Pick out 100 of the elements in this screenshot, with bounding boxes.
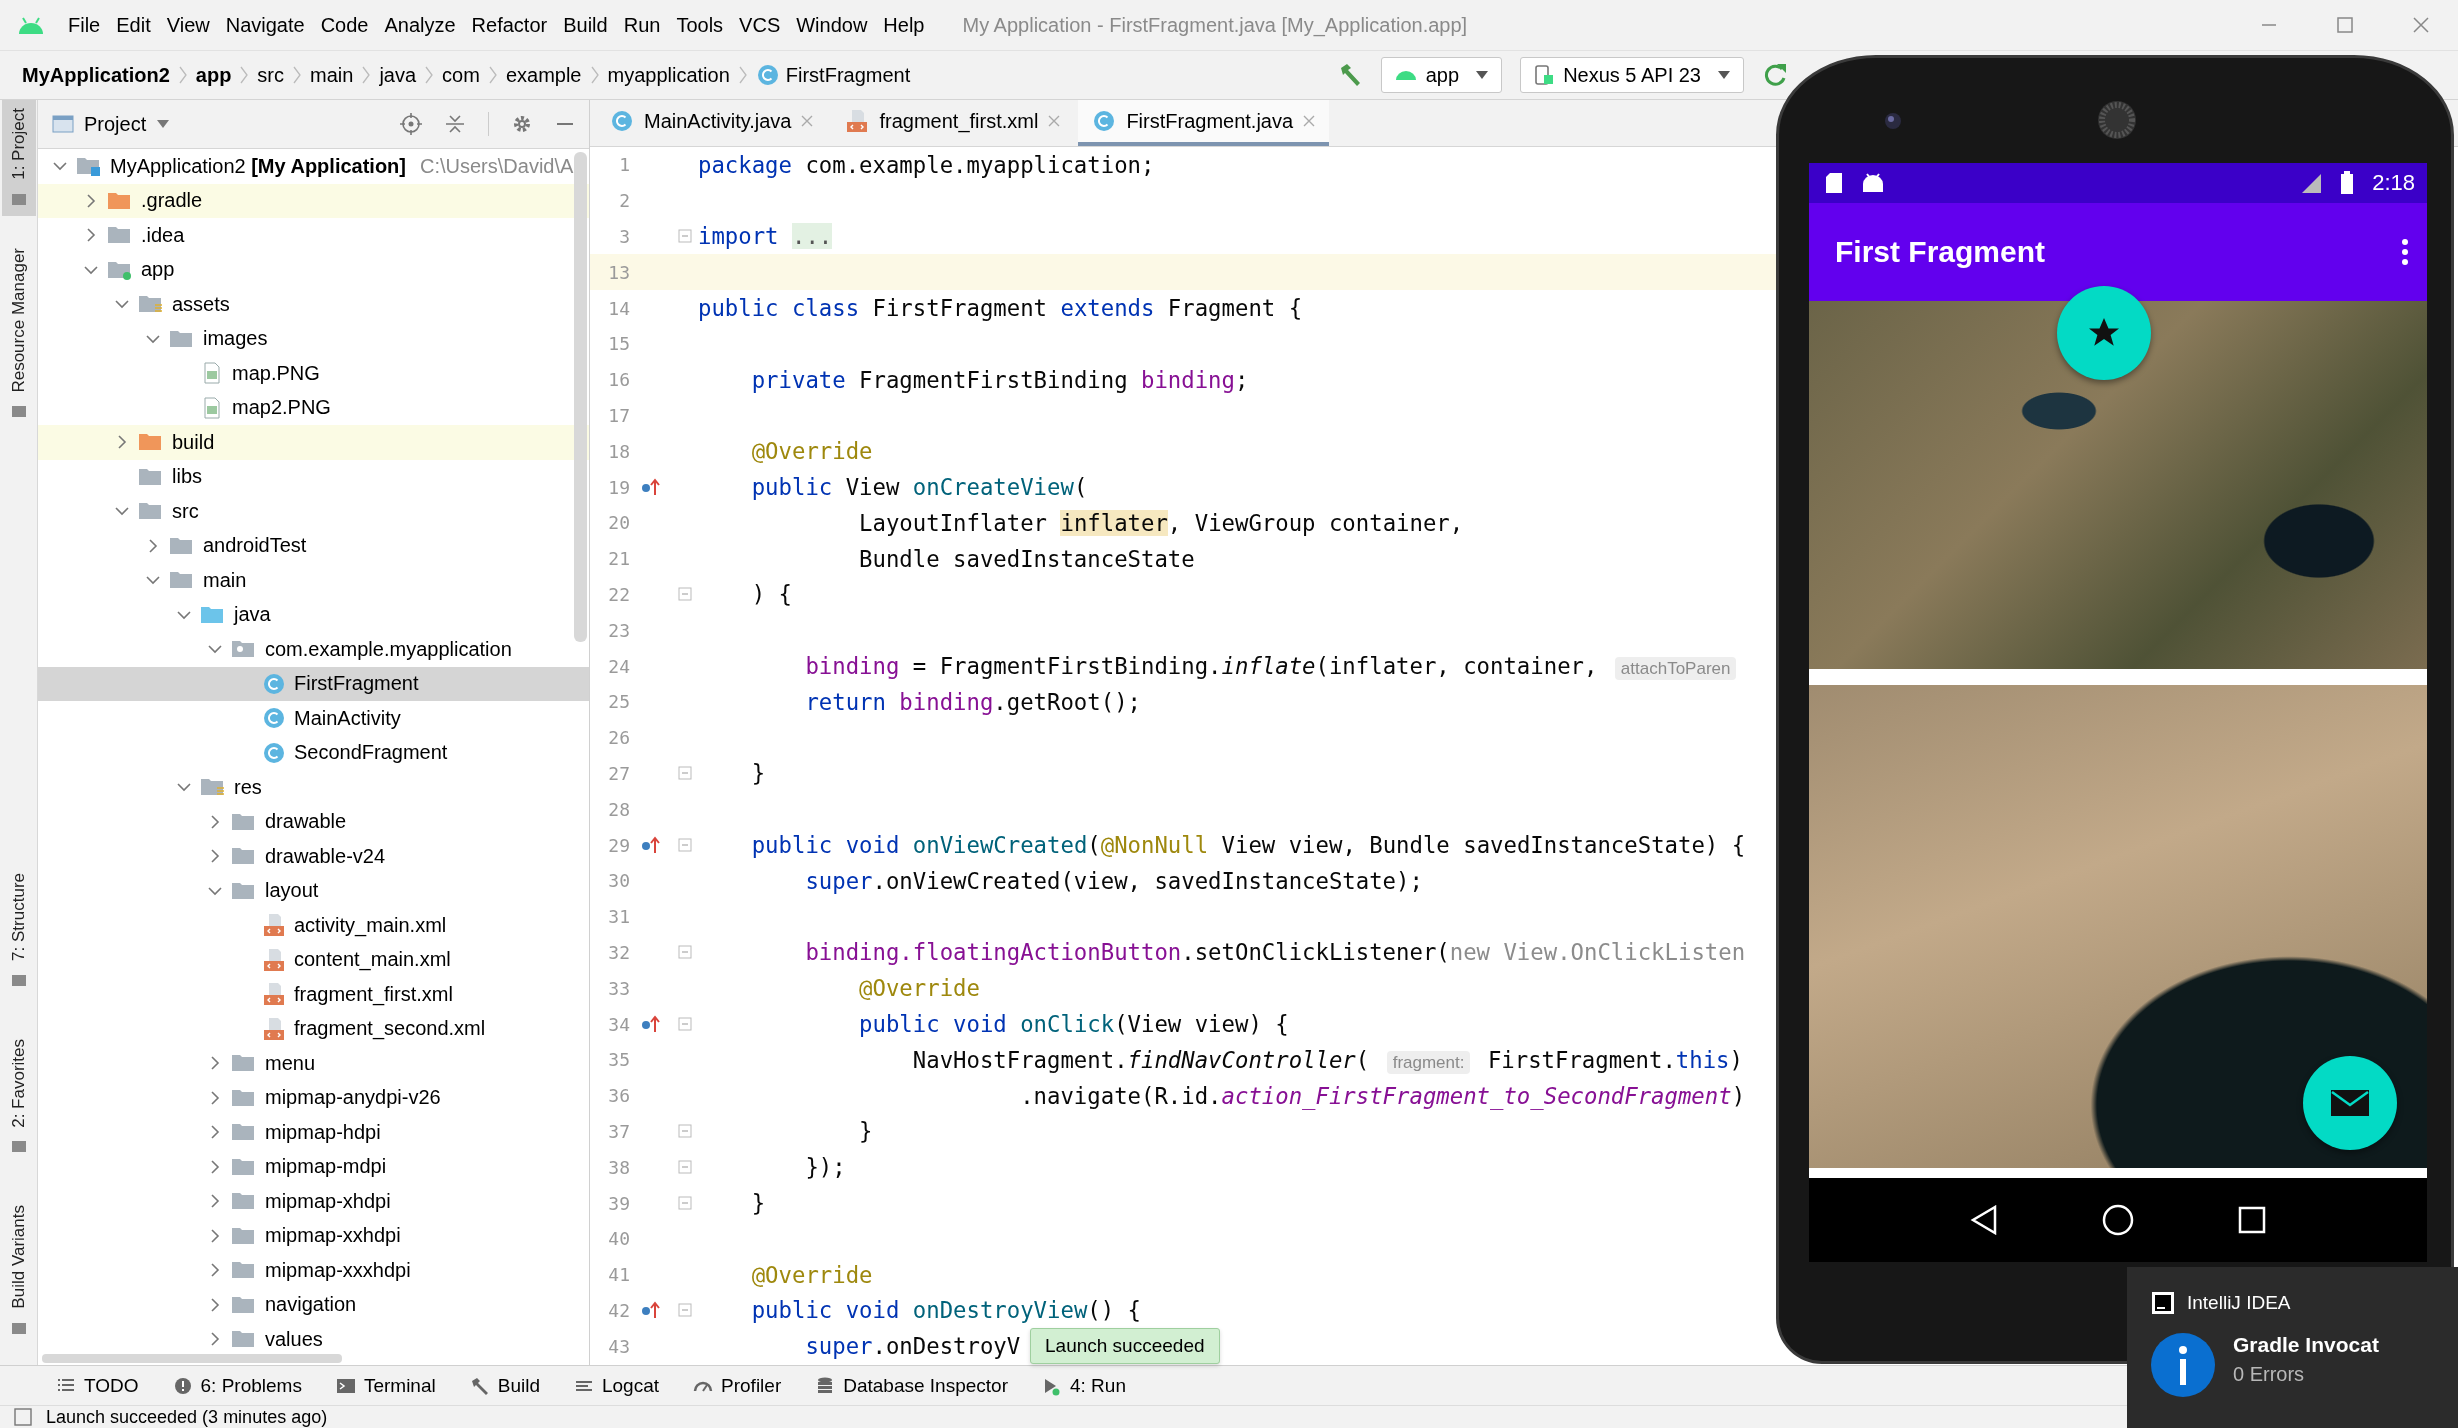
tree-item[interactable]: FirstFragment bbox=[38, 666, 589, 701]
tree-item[interactable]: images bbox=[38, 321, 589, 356]
fold-marker-icon[interactable] bbox=[678, 229, 692, 244]
tree-item[interactable]: activity_main.xml bbox=[38, 908, 589, 943]
fold-marker-icon[interactable] bbox=[678, 945, 692, 960]
tree-item[interactable]: java bbox=[38, 597, 589, 632]
main-menu-title[interactable]: VCS bbox=[731, 9, 789, 41]
tool-window-button[interactable]: 4: Run bbox=[1040, 1374, 1128, 1397]
tree-item[interactable]: mipmap-xxhdpi bbox=[38, 1218, 589, 1253]
tree-item[interactable]: SecondFragment bbox=[38, 735, 589, 770]
fold-marker-icon[interactable] bbox=[678, 1160, 692, 1175]
main-menu-title[interactable]: Tools bbox=[668, 9, 732, 41]
main-menu-title[interactable]: File bbox=[60, 9, 109, 41]
main-menu-title[interactable]: Edit bbox=[108, 9, 159, 41]
target-icon[interactable] bbox=[400, 113, 422, 135]
tree-item[interactable]: MyApplication2 [My Application] C:\Users\David\A bbox=[38, 149, 589, 184]
tree-item[interactable]: com.example.myapplication bbox=[38, 632, 589, 667]
editor-tab[interactable]: MainActivity.java bbox=[596, 100, 828, 146]
tree-item[interactable]: drawable-v24 bbox=[38, 839, 589, 874]
close-icon[interactable] bbox=[1303, 115, 1316, 127]
breadcrumb[interactable]: myapplication bbox=[607, 63, 730, 87]
tree-item[interactable]: mipmap-xhdpi bbox=[38, 1184, 589, 1219]
tree-item[interactable]: app bbox=[38, 252, 589, 287]
collapse-all-icon[interactable] bbox=[444, 113, 466, 135]
breadcrumb[interactable]: java bbox=[379, 63, 417, 87]
tree-item[interactable]: androidTest bbox=[38, 528, 589, 563]
editor-tab[interactable]: fragment_first.xml bbox=[831, 100, 1075, 146]
main-menu-title[interactable]: Analyze bbox=[376, 9, 464, 41]
breadcrumb[interactable]: FirstFragment bbox=[755, 63, 911, 87]
tree-item[interactable]: map.PNG bbox=[38, 356, 589, 391]
breadcrumb[interactable]: com bbox=[442, 63, 480, 87]
tree-item[interactable]: MainActivity bbox=[38, 701, 589, 736]
tree-item[interactable]: values bbox=[38, 1322, 589, 1357]
main-menu-title[interactable]: Run bbox=[615, 9, 669, 41]
tree-item[interactable]: fragment_second.xml bbox=[38, 1011, 589, 1046]
fold-marker-icon[interactable] bbox=[678, 1196, 692, 1210]
tree-item[interactable]: mipmap-xxxhdpi bbox=[38, 1253, 589, 1288]
main-menu-title[interactable]: Navigate bbox=[217, 9, 313, 41]
breadcrumb[interactable]: example bbox=[505, 63, 582, 87]
tree-item[interactable]: drawable bbox=[38, 804, 589, 839]
breadcrumb[interactable]: src bbox=[257, 63, 285, 87]
tree-item[interactable]: mipmap-anydpi-v26 bbox=[38, 1080, 589, 1115]
tool-window-tab[interactable]: 1: Project bbox=[2, 100, 36, 216]
tool-window-button[interactable]: Database Inspector bbox=[813, 1374, 1010, 1397]
main-menu-title[interactable]: Window bbox=[788, 9, 876, 41]
tool-window-tab[interactable]: Build Variants bbox=[2, 1197, 36, 1345]
tree-item[interactable]: mipmap-mdpi bbox=[38, 1149, 589, 1184]
breadcrumb[interactable]: main bbox=[310, 63, 354, 87]
device-dropdown[interactable]: Nexus 5 API 23 bbox=[1520, 57, 1744, 93]
fold-marker-icon[interactable] bbox=[678, 838, 692, 853]
tree-item[interactable]: build bbox=[38, 425, 589, 460]
main-menu-title[interactable]: Code bbox=[312, 9, 377, 41]
back-icon[interactable] bbox=[1970, 1205, 1999, 1235]
fold-marker-icon[interactable] bbox=[678, 1303, 692, 1318]
close-icon[interactable] bbox=[801, 115, 814, 127]
tree-item[interactable]: layout bbox=[38, 873, 589, 908]
breadcrumb[interactable]: MyApplication2 bbox=[22, 63, 170, 87]
tool-window-button[interactable]: Build bbox=[467, 1374, 542, 1397]
home-icon[interactable] bbox=[2101, 1203, 2135, 1237]
tree-item[interactable]: main bbox=[38, 563, 589, 598]
maximize-icon[interactable] bbox=[2336, 16, 2354, 34]
close-icon[interactable] bbox=[1048, 115, 1061, 127]
view-selector[interactable]: Project bbox=[52, 112, 171, 136]
tree-item[interactable]: menu bbox=[38, 1046, 589, 1081]
override-marker-icon[interactable] bbox=[640, 1300, 660, 1321]
close-icon[interactable] bbox=[2412, 16, 2430, 34]
tree-item[interactable]: src bbox=[38, 494, 589, 529]
override-marker-icon[interactable] bbox=[640, 835, 660, 856]
fold-marker-icon[interactable] bbox=[678, 1124, 692, 1139]
tree-item[interactable]: assets bbox=[38, 287, 589, 322]
override-marker-icon[interactable] bbox=[640, 1014, 660, 1034]
main-menu-title[interactable]: Help bbox=[875, 9, 933, 41]
tree-item[interactable]: content_main.xml bbox=[38, 942, 589, 977]
tree-item[interactable]: map2.PNG bbox=[38, 390, 589, 425]
tree-item[interactable]: fragment_first.xml bbox=[38, 977, 589, 1012]
main-menu-title[interactable]: Build bbox=[555, 9, 616, 41]
tool-window-button[interactable]: Profiler bbox=[691, 1374, 784, 1397]
tool-window-tab[interactable]: Resource Manager bbox=[2, 239, 36, 429]
tool-window-button[interactable]: Terminal bbox=[333, 1374, 438, 1397]
fold-marker-icon[interactable] bbox=[678, 587, 692, 602]
tree-item[interactable]: navigation bbox=[38, 1287, 589, 1322]
tree-item[interactable]: .gradle bbox=[38, 183, 589, 218]
tool-window-tab[interactable]: 7: Structure bbox=[2, 864, 36, 997]
override-marker-icon[interactable] bbox=[640, 477, 660, 498]
fold-marker-icon[interactable] bbox=[678, 1017, 692, 1031]
settings-icon[interactable] bbox=[511, 113, 533, 135]
fold-marker-icon[interactable] bbox=[678, 766, 692, 781]
recents-icon[interactable] bbox=[2237, 1206, 2266, 1234]
run-configuration-dropdown[interactable]: app bbox=[1380, 57, 1503, 93]
tool-window-tab[interactable]: 2: Favorites bbox=[2, 1030, 36, 1164]
breadcrumb[interactable]: app bbox=[195, 63, 232, 87]
tree-item[interactable]: res bbox=[38, 770, 589, 805]
main-menu-title[interactable]: View bbox=[158, 9, 218, 41]
tree-item[interactable]: .idea bbox=[38, 218, 589, 253]
tree-item[interactable]: mipmap-hdpi bbox=[38, 1115, 589, 1150]
tool-window-button[interactable]: Logcat bbox=[572, 1374, 662, 1397]
overflow-menu-icon[interactable] bbox=[2401, 238, 2409, 266]
editor-tab[interactable]: FirstFragment.java bbox=[1078, 100, 1330, 146]
main-menu-title[interactable]: Refactor bbox=[463, 9, 556, 41]
tool-window-button[interactable]: TODO bbox=[54, 1374, 141, 1397]
